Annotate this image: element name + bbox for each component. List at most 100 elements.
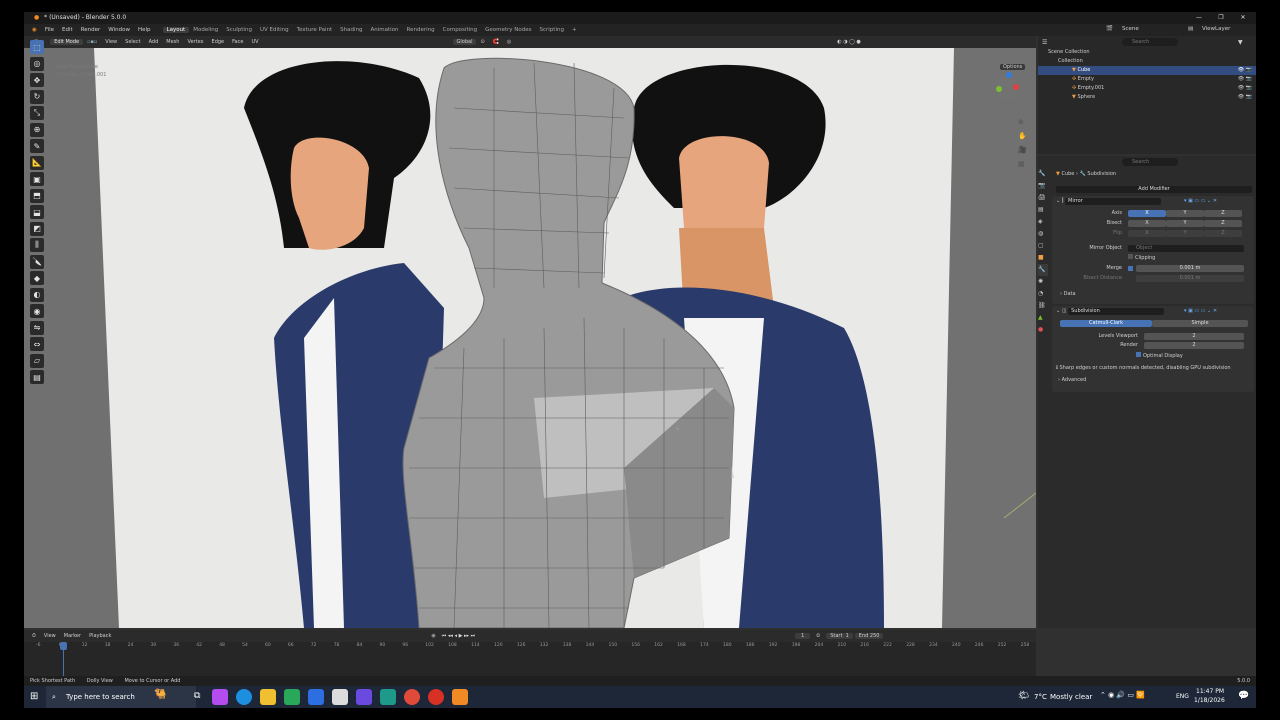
collection-tab-icon[interactable]: ▢ — [1038, 240, 1048, 252]
levels-viewport-field[interactable]: 2 — [1144, 333, 1244, 340]
rotate-tool-icon[interactable]: ↻ — [30, 89, 44, 104]
chrome-icon[interactable] — [404, 689, 420, 705]
options-button[interactable]: Options — [1000, 64, 1026, 70]
camera-view-icon[interactable]: 🎥 — [1018, 146, 1027, 154]
inset-tool-icon[interactable]: ⬓ — [30, 205, 44, 219]
overlay-icons[interactable]: ◐ ◑ ◯ ● — [833, 39, 864, 45]
render-tab-icon[interactable]: 📷 — [1038, 180, 1048, 192]
tab-rendering[interactable]: Rendering — [403, 27, 439, 33]
ortho-toggle-icon[interactable]: ▦ — [1018, 160, 1025, 168]
timeline-menu-playback[interactable]: Playback — [85, 633, 115, 639]
mirror-name-field[interactable]: Mirror — [1065, 198, 1161, 205]
visibility-icon[interactable]: 👁 📷 — [1238, 84, 1252, 93]
physics-tab-icon[interactable]: ◔ — [1038, 288, 1048, 300]
mode-selector[interactable]: Edit Mode — [50, 39, 84, 45]
vp-menu-face[interactable]: Face — [228, 39, 247, 45]
render-levels-field[interactable]: 2 — [1144, 342, 1244, 349]
annotate-tool-icon[interactable]: ✎ — [30, 139, 44, 153]
clipping-checkbox[interactable]: Clipping — [1128, 254, 1228, 263]
orientation-selector[interactable]: Global — [452, 39, 477, 45]
edge-slide-tool-icon[interactable]: ⇋ — [30, 320, 44, 335]
spreadsheet-icon[interactable] — [284, 689, 300, 705]
viewlayer-icon[interactable]: ▤ — [1184, 26, 1197, 32]
axis-x-toggle[interactable]: X — [1128, 210, 1166, 217]
object-tab-icon[interactable]: ■ — [1038, 252, 1048, 264]
copilot-icon[interactable] — [212, 689, 228, 705]
add-cube-tool-icon[interactable]: ▣ — [30, 172, 44, 186]
collection-row[interactable]: Collection — [1038, 57, 1256, 66]
particles-tab-icon[interactable]: ✺ — [1038, 276, 1048, 288]
transform-tool-icon[interactable]: ⊕ — [30, 122, 44, 137]
language-indicator[interactable]: ENG — [1176, 693, 1189, 700]
modifier-toggle-icons[interactable]: ▾ ▣ ▭ ▭ ⌄ ✕ — [1184, 197, 1217, 206]
pivot-icon[interactable]: ⊙ — [476, 39, 488, 45]
viewlayer-selector[interactable]: ViewLayer — [1198, 26, 1234, 32]
vp-menu-mesh[interactable]: Mesh — [162, 39, 183, 45]
world-tab-icon[interactable]: ◍ — [1038, 228, 1048, 240]
app-icon[interactable] — [332, 689, 348, 705]
spin-tool-icon[interactable]: ◐ — [30, 287, 44, 302]
select-box-tool-icon[interactable]: ⬚ — [30, 40, 44, 54]
recorder-icon[interactable] — [428, 689, 444, 705]
taskbar-search-box[interactable]: ⌕ Type here to search — [46, 686, 196, 708]
discord-icon[interactable] — [356, 689, 372, 705]
file-explorer-icon[interactable] — [260, 689, 276, 705]
playback-controls[interactable]: ⏮ ◂◂ ◂ ▶ ▸▸ ⏭ — [436, 633, 481, 639]
extrude-tool-icon[interactable]: ⬒ — [30, 188, 44, 203]
clock-date[interactable]: 1/18/2026 — [1194, 697, 1225, 704]
tab-uv-editing[interactable]: UV Editing — [256, 27, 293, 33]
weather-icon[interactable]: 🌤 — [1018, 691, 1029, 701]
outliner-item-empty001[interactable]: ✣ Empty.001 👁 📷 — [1038, 84, 1256, 93]
merge-checkbox[interactable] — [1128, 266, 1133, 271]
vp-menu-select[interactable]: Select — [121, 39, 144, 45]
cursor-tool-icon[interactable]: ◎ — [30, 56, 44, 71]
scene-icon[interactable]: 🎬 — [1102, 26, 1117, 32]
flip-x-toggle[interactable]: X — [1128, 230, 1166, 237]
start-frame-field[interactable]: Start 1 — [826, 633, 853, 639]
timeline-menu-marker[interactable]: Marker — [60, 633, 85, 639]
modifier-toggle-icons[interactable]: ▾ ▣ ▭ ▭ ⌄ ✕ — [1184, 307, 1217, 316]
rip-tool-icon[interactable]: ▤ — [30, 370, 44, 384]
advanced-subpanel[interactable]: › Advanced — [1052, 376, 1254, 385]
menu-file[interactable]: File — [41, 27, 58, 33]
scale-tool-icon[interactable]: ⤡ — [30, 106, 44, 120]
visibility-icon[interactable]: 👁 📷 — [1238, 93, 1252, 102]
notification-icon[interactable]: 💬 — [1238, 691, 1249, 701]
windows-start-icon[interactable]: ⊞ — [30, 691, 38, 702]
filter-icon[interactable]: ▼ — [1238, 39, 1243, 46]
tray-icons[interactable]: ⌃ ◉ 🔊 ▭ 🛜 — [1100, 691, 1145, 699]
axis-y-toggle[interactable]: Y — [1166, 210, 1204, 217]
properties-search-input[interactable]: Search — [1122, 158, 1178, 166]
simple-toggle[interactable]: Simple — [1152, 320, 1248, 327]
vp-menu-edge[interactable]: Edge — [208, 39, 229, 45]
material-tab-icon[interactable]: ● — [1038, 324, 1048, 336]
catmull-clark-toggle[interactable]: Catmull-Clark — [1060, 320, 1152, 327]
tab-layout[interactable]: Layout — [162, 27, 190, 33]
measure-tool-icon[interactable]: 📐 — [30, 155, 44, 170]
vp-menu-view[interactable]: View — [101, 39, 121, 45]
bisect-z-toggle[interactable]: Z — [1204, 220, 1242, 227]
current-frame-field[interactable]: 1 — [795, 633, 811, 639]
editor-icon[interactable] — [380, 689, 396, 705]
blender-taskbar-icon[interactable] — [452, 689, 468, 705]
scene-tab-icon[interactable]: ◈ — [1038, 216, 1048, 228]
snap-icon[interactable]: 🧲 — [489, 39, 503, 45]
flip-y-toggle[interactable]: Y — [1166, 230, 1204, 237]
scene-collection-row[interactable]: Scene Collection — [1038, 48, 1256, 57]
tab-shading[interactable]: Shading — [336, 27, 366, 33]
move-tool-icon[interactable]: ✥ — [30, 73, 44, 87]
merge-distance-field[interactable]: 0.001 m — [1136, 265, 1244, 272]
loop-cut-tool-icon[interactable]: ⫼ — [30, 238, 44, 252]
blender-menu-icon[interactable]: ◉ — [28, 27, 41, 33]
tab-scripting[interactable]: Scripting — [536, 27, 568, 33]
timeline-editor-icon[interactable]: ⏱ — [24, 633, 40, 639]
outliner-item-cube[interactable]: ▼ Cube 👁 📷 — [1038, 66, 1256, 75]
constraints-tab-icon[interactable]: ⛓ — [1038, 300, 1048, 312]
menu-help[interactable]: Help — [134, 27, 155, 33]
timeline-menu-view[interactable]: View — [40, 633, 60, 639]
flip-z-toggle[interactable]: Z — [1204, 230, 1242, 237]
menu-render[interactable]: Render — [77, 27, 105, 33]
visibility-icon[interactable]: 👁 📷 — [1238, 66, 1252, 75]
vp-menu-add[interactable]: Add — [145, 39, 163, 45]
tab-texture-paint[interactable]: Texture Paint — [293, 27, 337, 33]
